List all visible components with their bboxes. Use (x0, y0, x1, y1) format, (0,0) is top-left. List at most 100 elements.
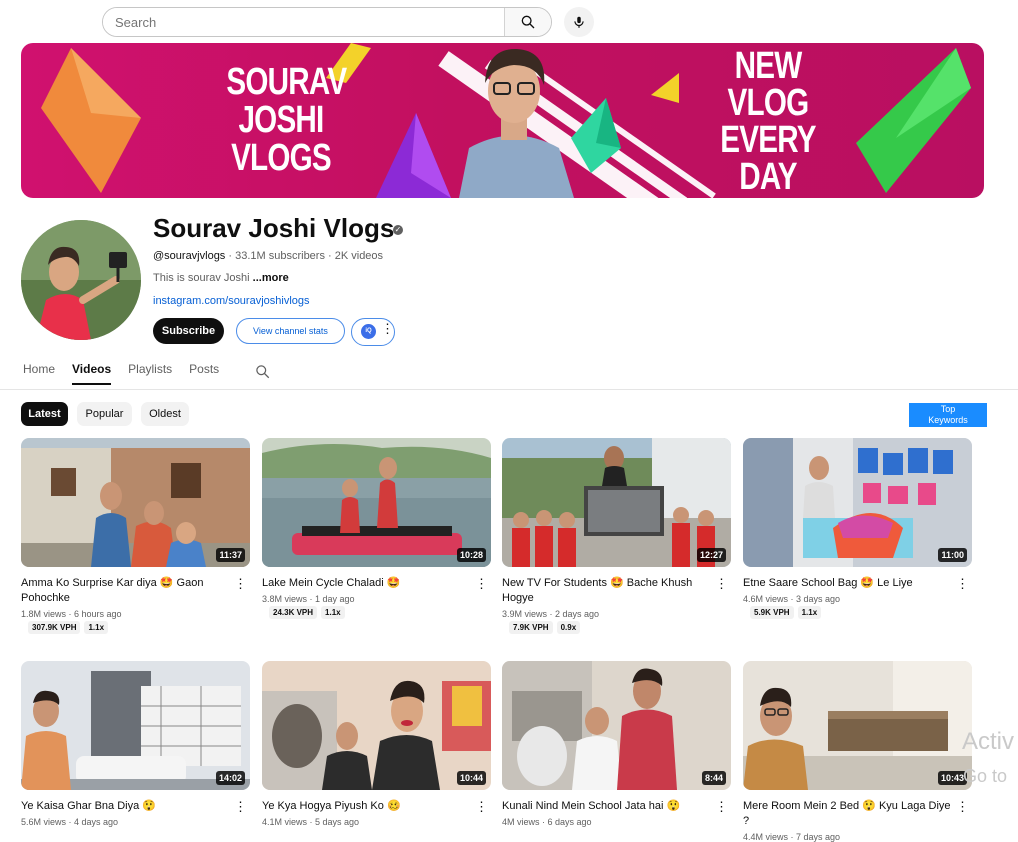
voice-search-button[interactable] (564, 7, 594, 37)
upload-age: 1 day ago (315, 594, 355, 604)
vph-badge: 24.3K VPH (269, 606, 318, 619)
video-menu-icon[interactable]: ⋮ (956, 799, 969, 815)
video-title[interactable]: Ye Kaisa Ghar Bna Diya 😲 (21, 799, 231, 814)
view-count: 1.8M views (21, 609, 67, 619)
ratio-badge: 1.1x (84, 621, 109, 634)
chip-oldest[interactable]: Oldest (141, 402, 189, 426)
extension-button[interactable]: iQ ⋮ (351, 318, 395, 346)
video-meta: 4.1M views · 5 days ago (262, 817, 360, 827)
top-keywords-button[interactable]: Top Keywords (909, 403, 987, 427)
ratio-badge: 1.1x (797, 606, 822, 619)
search-button[interactable] (504, 8, 551, 36)
channel-banner: SOURAV JOSHI VLOGS NEW VLOG EVERY DAY (21, 43, 984, 198)
orange-gem-graphic (41, 48, 141, 193)
activate-windows-watermark: Activ (962, 728, 1015, 755)
channel-external-link[interactable]: instagram.com/souravjoshivlogs (153, 295, 310, 307)
thumbnail-image (502, 661, 731, 790)
view-count: 4M views (502, 817, 540, 827)
upload-age: 7 days ago (796, 832, 841, 842)
channel-stats-text: · 33.1M subscribers · 2K videos (228, 250, 384, 262)
video-thumbnail[interactable]: 10:43 (743, 661, 972, 790)
video-thumbnail[interactable]: 12:27 (502, 438, 731, 567)
video-title[interactable]: New TV For Students 🤩 Bache Khush Hogye (502, 576, 712, 606)
video-thumbnail[interactable]: 10:28 (262, 438, 491, 567)
tab-videos[interactable]: Videos (72, 362, 112, 385)
video-card[interactable]: 14:02 Ye Kaisa Ghar Bna Diya 😲 5.6M view… (21, 661, 250, 827)
banner-channel-title: SOURAV JOSHI VLOGS (226, 61, 347, 179)
more-vert-icon[interactable]: ⋮ (381, 321, 394, 337)
upload-age: 4 days ago (74, 817, 119, 827)
tabs-divider (0, 389, 1018, 390)
video-thumbnail[interactable]: 14:02 (21, 661, 250, 790)
video-menu-icon[interactable]: ⋮ (715, 799, 728, 815)
banner-slogan: NEW VLOG EVERY DAY (720, 45, 816, 198)
video-title[interactable]: Ye Kya Hogya Piyush Ko 🥴 (262, 799, 472, 814)
ratio-badge: 0.9x (556, 621, 581, 634)
small-yellow-gem-graphic (651, 73, 679, 103)
video-menu-icon[interactable]: ⋮ (715, 576, 728, 592)
vph-badge: 5.9K VPH (750, 606, 794, 619)
upload-age: 2 days ago (555, 609, 600, 619)
video-card[interactable]: 11:37 Amma Ko Surprise Kar diya 🤩 Gaon P… (21, 438, 250, 634)
chip-popular[interactable]: Popular (77, 402, 132, 426)
top-keywords-line1: Top (940, 404, 956, 414)
description-text: This is sourav Joshi (153, 272, 250, 284)
activate-windows-watermark-sub: Go to (963, 766, 1008, 786)
video-badges: 307.9K VPH 1.1x (21, 621, 250, 634)
channel-tabs: Home Videos Playlists Posts (23, 362, 236, 385)
video-meta: 4.4M views · 7 days ago (743, 832, 841, 842)
video-duration: 10:44 (456, 771, 486, 785)
thumbnail-image (743, 438, 972, 567)
tab-posts[interactable]: Posts (189, 362, 219, 385)
tab-home[interactable]: Home (23, 362, 55, 385)
video-thumbnail[interactable]: 8:44 (502, 661, 731, 790)
video-meta: 4M views · 6 days ago (502, 817, 592, 827)
tab-playlists[interactable]: Playlists (128, 362, 172, 385)
channel-avatar[interactable] (21, 220, 141, 340)
vph-badge: 307.9K VPH (28, 621, 81, 634)
thumbnail-image (262, 661, 491, 790)
video-menu-icon[interactable]: ⋮ (234, 799, 247, 815)
upload-age: 6 days ago (547, 817, 592, 827)
video-meta: 5.6M views · 4 days ago (21, 817, 119, 827)
video-card[interactable]: 10:44 Ye Kya Hogya Piyush Ko 🥴 4.1M view… (262, 661, 491, 827)
view-channel-stats-button[interactable]: View channel stats (236, 318, 345, 344)
more-link[interactable]: ...more (253, 272, 289, 284)
channel-name: Sourav Joshi Vlogs (153, 213, 395, 243)
video-card[interactable]: 11:00 Etne Saare School Bag 🤩 Le Liye 4.… (743, 438, 972, 619)
video-title[interactable]: Amma Ko Surprise Kar diya 🤩 Gaon Pohochk… (21, 576, 231, 606)
video-menu-icon[interactable]: ⋮ (475, 799, 488, 815)
subscribe-button[interactable]: Subscribe (153, 318, 224, 344)
avatar-photo (21, 220, 141, 340)
video-title[interactable]: Mere Room Mein 2 Bed 😲 Kyu Laga Diye ? (743, 799, 953, 829)
thumbnail-image (743, 661, 972, 790)
video-menu-icon[interactable]: ⋮ (234, 576, 247, 592)
video-card[interactable]: 10:28 Lake Mein Cycle Chaladi 🤩 3.8M vie… (262, 438, 491, 619)
channel-search-icon[interactable] (255, 364, 270, 379)
video-thumbnail[interactable]: 10:44 (262, 661, 491, 790)
video-card[interactable]: 12:27 New TV For Students 🤩 Bache Khush … (502, 438, 731, 634)
channel-meta: @souravjvlogs · 33.1M subscribers · 2K v… (153, 250, 383, 262)
video-card[interactable]: 8:44 Kunali Nind Mein School Jata hai 😲 … (502, 661, 731, 827)
video-duration: 11:00 (938, 548, 967, 562)
view-count: 3.8M views (262, 594, 308, 604)
video-meta: 3.8M views · 1 day ago (262, 594, 355, 604)
video-badges: 24.3K VPH 1.1x (262, 606, 491, 619)
view-count: 4.4M views (743, 832, 789, 842)
vph-badge: 7.9K VPH (509, 621, 553, 634)
video-title[interactable]: Kunali Nind Mein School Jata hai 😲 (502, 799, 712, 814)
video-card[interactable]: 10:43 Mere Room Mein 2 Bed 😲 Kyu Laga Di… (743, 661, 972, 842)
video-menu-icon[interactable]: ⋮ (956, 576, 969, 592)
video-menu-icon[interactable]: ⋮ (475, 576, 488, 592)
video-duration: 11:37 (216, 548, 245, 562)
chip-latest[interactable]: Latest (21, 402, 68, 426)
verified-icon: ✓ (393, 225, 403, 235)
video-thumbnail[interactable]: 11:37 (21, 438, 250, 567)
upload-age: 5 days ago (315, 817, 360, 827)
video-thumbnail[interactable]: 11:00 (743, 438, 972, 567)
video-title[interactable]: Etne Saare School Bag 🤩 Le Liye (743, 576, 953, 591)
channel-description: This is sourav Joshi ...more (153, 272, 289, 284)
search-input[interactable] (103, 8, 504, 36)
thumbnail-image (262, 438, 491, 567)
video-title[interactable]: Lake Mein Cycle Chaladi 🤩 (262, 576, 472, 591)
